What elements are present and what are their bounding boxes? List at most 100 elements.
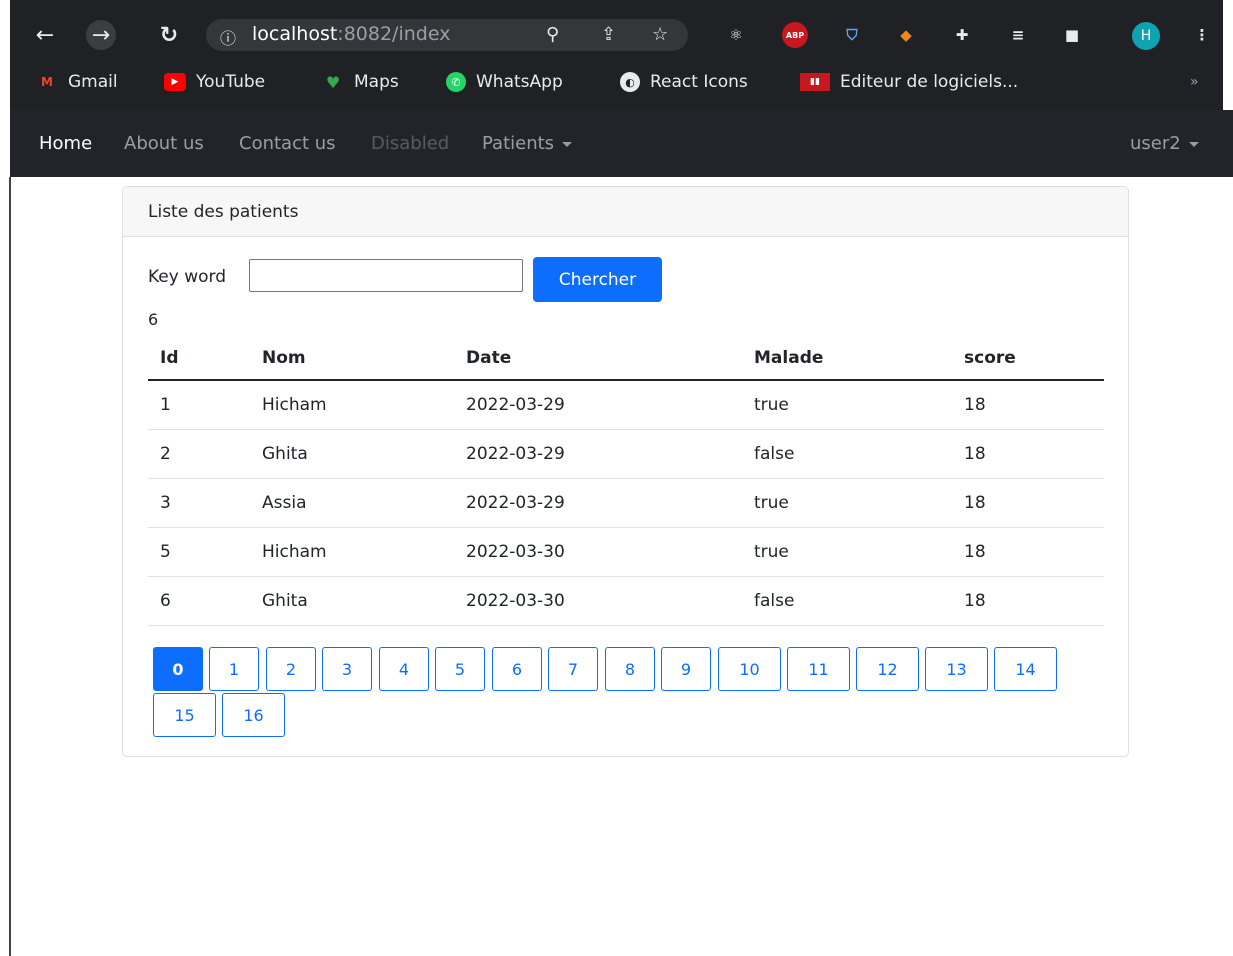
url-host: localhost (252, 23, 338, 45)
cell-nom: Hicham (250, 527, 454, 577)
cell-score: 18 (952, 478, 1104, 528)
cell-nom: Assia (250, 478, 454, 528)
cell-id: 5 (148, 527, 250, 577)
gmail-icon: M (41, 75, 53, 89)
bookmark-maps[interactable]: ♥ Maps (322, 70, 399, 94)
cell-date: 2022-03-29 (454, 478, 742, 528)
browser-chrome: ← → ↻ ⓘ localhost:8082/index ⚲ ⇪ ☆ ⚛ ABP… (10, 0, 1223, 110)
nav-home[interactable]: Home (39, 133, 92, 154)
bookmark-label: Maps (354, 72, 399, 92)
profile-initial: H (1140, 28, 1152, 44)
window-edge (9, 177, 11, 956)
patients-table: Id Nom Date Malade score 1 Hicham 2022-0… (148, 337, 1104, 626)
url-path: :8082/index (337, 23, 451, 45)
user-menu-dropdown[interactable]: user2 (1130, 133, 1199, 154)
patients-card: Liste des patients Key word Chercher 6 I… (122, 186, 1129, 757)
page-button-14[interactable]: 14 (994, 647, 1057, 691)
keyword-label: Key word (148, 267, 227, 287)
table-row: 5 Hicham 2022-03-30 true 18 (148, 527, 1104, 577)
cell-id: 3 (148, 478, 250, 528)
page-button-7[interactable]: 7 (548, 647, 598, 691)
cell-id: 6 (148, 576, 250, 626)
page-button-15[interactable]: 15 (153, 693, 216, 737)
nav-about-us[interactable]: About us (124, 133, 204, 154)
cell-nom: Hicham (250, 380, 454, 430)
site-info-icon[interactable]: ⓘ (220, 25, 236, 49)
nav-contact-us[interactable]: Contact us (239, 133, 336, 154)
maps-icon: ♥ (325, 72, 341, 92)
youtube-icon: ▶ (164, 73, 186, 91)
caret-down-icon (1188, 141, 1199, 147)
page-button-3[interactable]: 3 (322, 647, 372, 691)
address-bar[interactable]: ⓘ localhost:8082/index ⚲ ⇪ ☆ (206, 19, 688, 51)
page-button-1[interactable]: 1 (209, 647, 259, 691)
col-malade: Malade (742, 337, 952, 381)
bookmarks-bar: M Gmail ▶ YouTube ♥ Maps ✆ WhatsApp ◐ React I… (10, 62, 1223, 102)
react-devtools-icon[interactable]: ⚛ (724, 23, 748, 47)
cell-score: 18 (952, 380, 1104, 430)
page-button-13[interactable]: 13 (925, 647, 988, 691)
bookmark-label: React Icons (650, 72, 748, 92)
url-text[interactable]: localhost:8082/index (252, 23, 450, 45)
cell-id: 2 (148, 429, 250, 479)
forward-arrow-icon[interactable]: → (86, 20, 116, 50)
cell-id: 1 (148, 380, 250, 430)
cell-date: 2022-03-29 (454, 429, 742, 479)
profile-avatar[interactable]: H (1132, 22, 1160, 50)
metamask-fox-icon[interactable]: ◆ (894, 23, 918, 47)
bookmarks-overflow-icon[interactable]: » (1190, 74, 1199, 90)
bookmark-star-icon[interactable]: ☆ (652, 24, 668, 45)
page-button-9[interactable]: 9 (661, 647, 711, 691)
user-label: user2 (1130, 133, 1181, 154)
page-button-10[interactable]: 10 (718, 647, 781, 691)
reload-icon[interactable]: ↻ (154, 20, 184, 50)
kebab-menu-icon[interactable]: ⋮ (1190, 23, 1214, 47)
bookmark-youtube[interactable]: ▶ YouTube (164, 70, 265, 94)
zoom-icon[interactable]: ⚲ (546, 24, 559, 45)
bookmark-react-icons[interactable]: ◐ React Icons (620, 70, 748, 94)
whatsapp-icon: ✆ (446, 72, 466, 92)
bookmark-gmail[interactable]: M Gmail (36, 70, 118, 94)
nav-disabled: Disabled (371, 133, 450, 154)
cell-date: 2022-03-30 (454, 576, 742, 626)
col-date: Date (454, 337, 742, 381)
bookmark-label: WhatsApp (476, 72, 563, 92)
table-row: 1 Hicham 2022-03-29 true 18 (148, 380, 1104, 430)
bitwarden-icon[interactable]: ⛉ (840, 23, 864, 47)
page-button-6[interactable]: 6 (492, 647, 542, 691)
search-button[interactable]: Chercher (533, 257, 662, 302)
page-button-0[interactable]: 0 (153, 647, 203, 691)
page-button-5[interactable]: 5 (435, 647, 485, 691)
bookmark-whatsapp[interactable]: ✆ WhatsApp (446, 70, 563, 94)
cell-nom: Ghita (250, 576, 454, 626)
table-header-row: Id Nom Date Malade score (148, 337, 1104, 381)
page-button-12[interactable]: 12 (856, 647, 919, 691)
page-button-11[interactable]: 11 (787, 647, 850, 691)
cell-score: 18 (952, 576, 1104, 626)
back-arrow-icon[interactable]: ← (30, 20, 60, 50)
media-queue-icon[interactable]: ≡ (1006, 23, 1030, 47)
bookmark-editeur[interactable]: ▮▮ Editeur de logiciels... (800, 70, 1018, 94)
page-button-8[interactable]: 8 (605, 647, 655, 691)
page-button-16[interactable]: 16 (222, 693, 285, 737)
table-row: 3 Assia 2022-03-29 true 18 (148, 478, 1104, 528)
keyword-input[interactable] (249, 259, 523, 292)
cell-malade: true (742, 478, 952, 528)
top-navbar: Home About us Contact us Disabled Patien… (10, 110, 1233, 177)
adblock-plus-icon[interactable]: ABP (782, 22, 808, 48)
table-row: 2 Ghita 2022-03-29 false 18 (148, 429, 1104, 479)
side-panel-icon[interactable]: ■ (1060, 23, 1084, 47)
col-nom: Nom (250, 337, 454, 381)
col-score: score (952, 337, 1104, 381)
result-count: 6 (148, 310, 159, 329)
col-id: Id (148, 337, 250, 381)
extensions-puzzle-icon[interactable]: ✚ (950, 23, 974, 47)
nav-patients-dropdown[interactable]: Patients (482, 133, 573, 154)
card-title: Liste des patients (148, 202, 299, 222)
cell-date: 2022-03-29 (454, 380, 742, 430)
page-button-2[interactable]: 2 (266, 647, 316, 691)
page-button-4[interactable]: 4 (379, 647, 429, 691)
cell-nom: Ghita (250, 429, 454, 479)
cell-score: 18 (952, 527, 1104, 577)
share-icon[interactable]: ⇪ (601, 24, 616, 45)
